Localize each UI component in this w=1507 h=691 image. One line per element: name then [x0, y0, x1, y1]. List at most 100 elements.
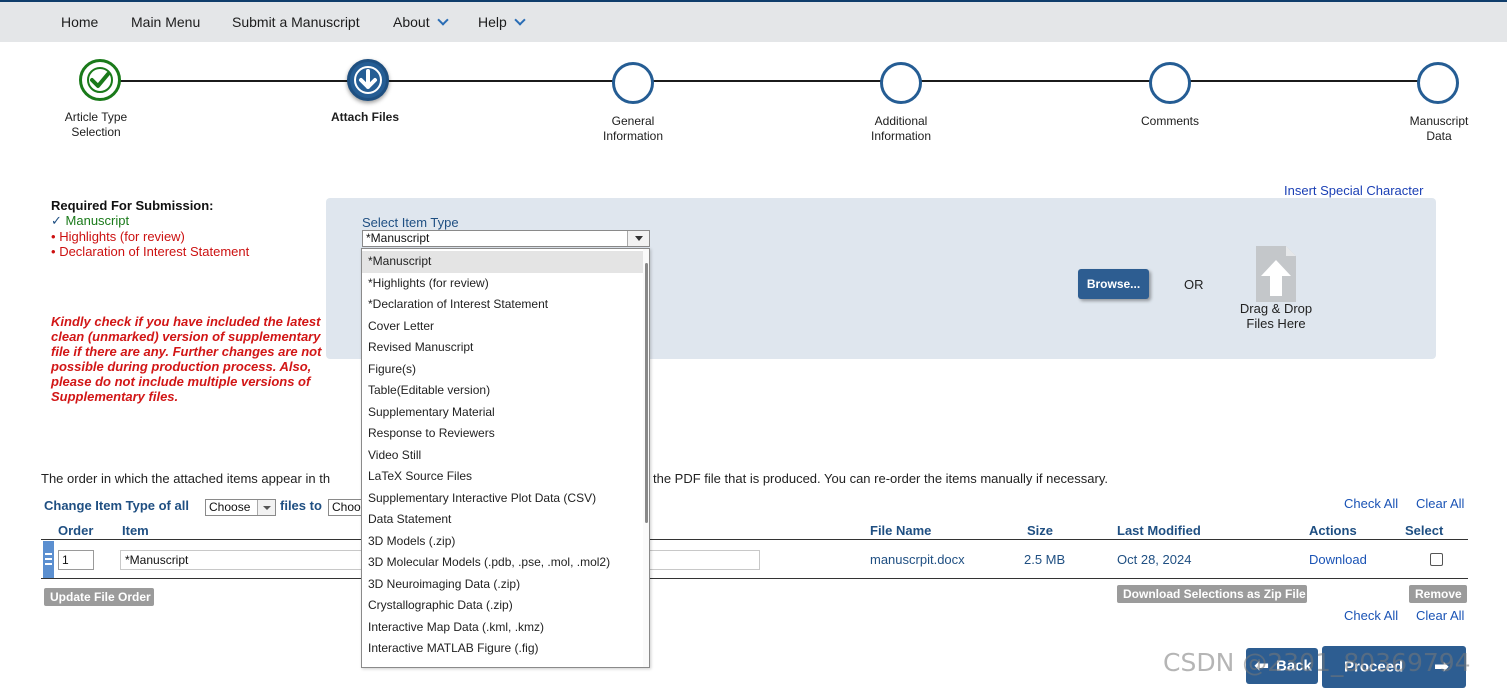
header-file-name: File Name — [870, 523, 932, 538]
step-label-additional-information: Additional Information — [870, 114, 932, 143]
nav-help[interactable]: Help — [478, 14, 526, 30]
header-actions: Actions — [1309, 523, 1357, 538]
files-to-label: files to — [280, 498, 322, 513]
nav-submit-manuscript[interactable]: Submit a Manuscript — [232, 14, 360, 30]
chevron-down-icon — [514, 14, 526, 26]
dropdown-option[interactable]: Interactive Map Data (.kml, .kmz) — [362, 617, 649, 639]
bullet-icon: • — [51, 228, 56, 244]
order-note-end: the PDF file that is produced. You can r… — [653, 471, 1108, 486]
drag-drop-label: Drag & Drop Files Here — [1225, 301, 1327, 331]
dropdown-option[interactable]: 3D Models (.zip) — [362, 531, 649, 553]
change-type-from-select[interactable]: Choose — [205, 499, 276, 516]
dropdown-option[interactable]: Supplementary Interactive Plot Data (CSV… — [362, 488, 649, 510]
required-item-declaration: • Declaration of Interest Statement — [51, 244, 321, 260]
remove-button[interactable]: Remove — [1409, 585, 1467, 603]
required-title: Required For Submission: — [51, 198, 214, 213]
drag-drop-text: Drag & Drop Files Here — [1239, 301, 1313, 331]
required-for-submission: Required For Submission: ✓ Manuscript • … — [51, 198, 321, 260]
dropdown-option[interactable]: Figure(s) — [362, 359, 649, 381]
change-type-to-select[interactable]: Choo — [328, 499, 362, 516]
change-item-type-label: Change Item Type of all — [44, 498, 189, 513]
header-item: Item — [122, 523, 149, 538]
nav-about-label: About — [393, 14, 430, 30]
clear-all-link-bottom[interactable]: Clear All — [1416, 608, 1464, 623]
dropdown-option[interactable]: Interactive MATLAB Figure (.fig) — [362, 638, 649, 660]
dropdown-option[interactable]: Crystallographic Data (.zip) — [362, 595, 649, 617]
item-type-dropdown-list[interactable]: *Manuscript *Highlights (for review) *Decl… — [361, 248, 650, 668]
checkmark-icon: ✓ — [51, 213, 62, 228]
step-done-icon — [79, 59, 121, 101]
dropdown-option[interactable]: *Highlights (for review) — [362, 273, 649, 295]
header-select: Select — [1405, 523, 1444, 538]
step-label-manuscript-data: Manuscript Data — [1409, 114, 1469, 143]
dropdown-option[interactable]: LaTeX Source Files — [362, 466, 649, 488]
chevron-down-icon — [436, 14, 449, 26]
step-pending-icon — [612, 62, 654, 104]
dropdown-scroll-thumb[interactable] — [645, 263, 648, 523]
stepper-line — [100, 80, 1440, 82]
insert-special-character-link[interactable]: Insert Special Character — [1284, 183, 1423, 198]
nav-help-label: Help — [478, 14, 507, 30]
required-item-manuscript: ✓ Manuscript — [51, 213, 321, 229]
or-label: OR — [1184, 277, 1204, 292]
step-label-general-information: General Information — [602, 114, 664, 143]
dropdown-option[interactable]: 3D Molecular Models (.pdb, .pse, .mol, .… — [362, 552, 649, 574]
header-size: Size — [1027, 523, 1054, 538]
browse-button[interactable]: Browse... — [1078, 269, 1149, 299]
required-item-highlights: • Highlights (for review) — [51, 229, 321, 245]
file-size: 2.5 MB — [1024, 552, 1066, 567]
step-pending-icon — [880, 62, 922, 104]
supplementary-notice: Kindly check if you have included the la… — [51, 314, 322, 404]
nav-home[interactable]: Home — [61, 14, 98, 30]
order-input[interactable]: 1 — [58, 550, 94, 570]
clear-all-link-top[interactable]: Clear All — [1416, 496, 1464, 511]
order-note-start: The order in which the attached items ap… — [41, 471, 331, 486]
step-pending-icon — [1417, 62, 1459, 104]
step-label-attach-files: Attach Files — [330, 110, 399, 124]
change-type-to-value: Choo — [332, 500, 361, 514]
bullet-icon: • — [51, 244, 56, 259]
check-all-link-bottom[interactable]: Check All — [1344, 608, 1398, 623]
dropdown-option[interactable]: Cover Letter — [362, 316, 649, 338]
submission-stepper: Article Type Selection Attach Files Gene… — [0, 42, 1507, 162]
header-last-modified: Last Modified — [1117, 523, 1201, 538]
required-item-label: Manuscript — [65, 213, 130, 228]
dropdown-option[interactable]: Response to Reviewers — [362, 423, 649, 445]
step-pending-icon — [1149, 62, 1191, 104]
update-file-order-button[interactable]: Update File Order — [44, 588, 154, 606]
dropdown-option[interactable]: 3D Neuroimaging Data (.zip) — [362, 574, 649, 596]
upload-file-icon[interactable] — [1256, 246, 1296, 302]
file-name-link[interactable]: manuscrpit.docx — [870, 552, 965, 567]
nav-about[interactable]: About — [393, 14, 449, 30]
nav-main-menu[interactable]: Main Menu — [131, 14, 200, 30]
item-type-select[interactable]: *Manuscript — [362, 230, 650, 247]
dropdown-option[interactable]: *Declaration of Interest Statement — [362, 294, 649, 316]
top-navigation: Home Main Menu Submit a Manuscript About… — [0, 0, 1507, 42]
checkmark-icon — [90, 72, 110, 88]
dropdown-option[interactable]: Data Statement — [362, 509, 649, 531]
dropdown-option[interactable]: Video Still — [362, 445, 649, 467]
dropdown-option[interactable]: Table(Editable version) — [362, 380, 649, 402]
check-all-link-top[interactable]: Check All — [1344, 496, 1398, 511]
download-zip-button[interactable]: Download Selections as Zip File — [1117, 585, 1307, 603]
step-label-article-type[interactable]: Article Type Selection — [36, 110, 156, 140]
dropdown-option[interactable]: Supplementary Material — [362, 402, 649, 424]
csdn-watermark: CSDN @2301_80369794 — [1163, 648, 1471, 677]
last-modified: Oct 28, 2024 — [1117, 552, 1192, 567]
chevron-down-icon — [257, 500, 275, 515]
item-type-selected-value: *Manuscript — [366, 231, 430, 245]
select-checkbox[interactable] — [1430, 553, 1443, 566]
step-label-comments: Comments — [1140, 114, 1199, 128]
required-item-label: Declaration of Interest Statement — [59, 244, 250, 259]
dropdown-option[interactable]: Revised Manuscript — [362, 337, 649, 359]
dropdown-option[interactable]: *Manuscript — [362, 251, 649, 273]
select-item-type-label: Select Item Type — [362, 215, 459, 230]
table-row: 1 *Manuscript manuscrpit.docx 2.5 MB Oct… — [41, 540, 1468, 579]
change-type-from-value: Choose — [209, 500, 251, 514]
order-note: The order in which the attached items ap… — [41, 471, 1108, 486]
required-item-label: Highlights (for review) — [59, 228, 185, 244]
drag-handle-icon[interactable] — [43, 541, 54, 578]
arrow-down-icon — [354, 66, 382, 94]
download-link[interactable]: Download — [1309, 552, 1367, 567]
chevron-down-icon — [627, 231, 649, 246]
